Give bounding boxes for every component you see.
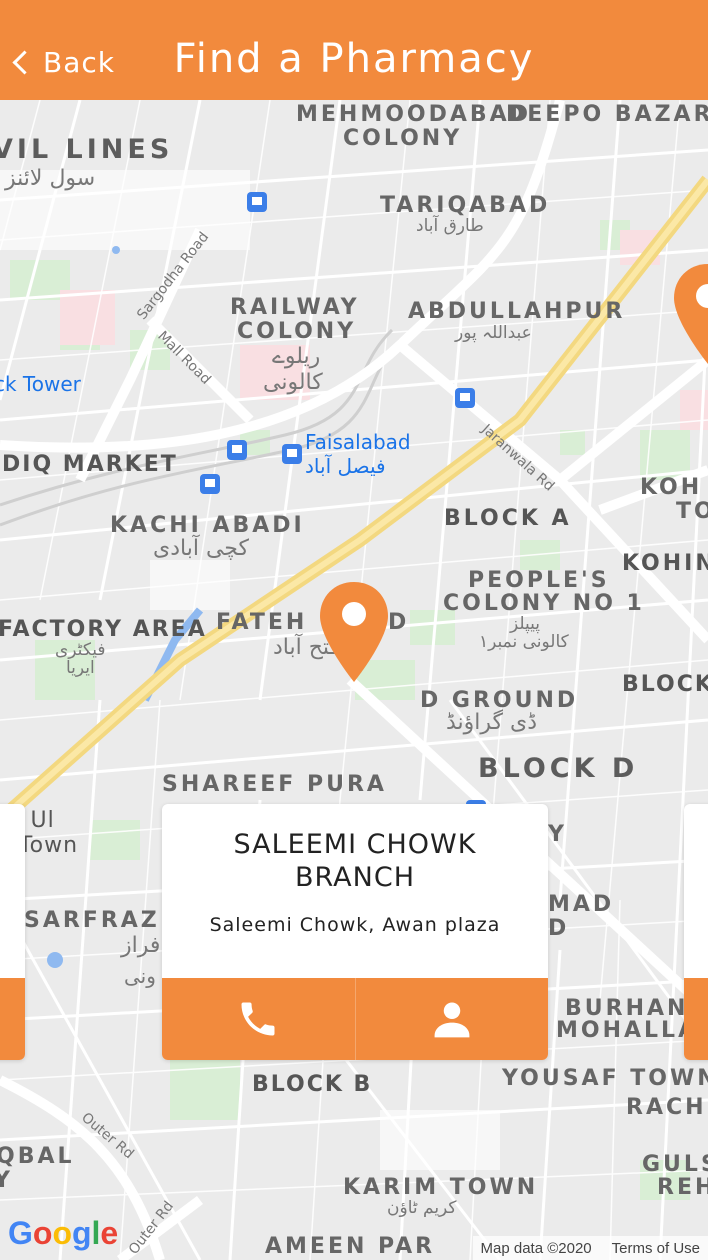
map-pin-icon[interactable] — [318, 580, 390, 684]
map-label: MOHALLA — [556, 1018, 699, 1043]
map-label-urdu: طارق آباد — [416, 216, 484, 236]
phone-icon — [241, 1002, 275, 1036]
map-label: BLOCK D — [478, 753, 639, 784]
map-label: QBAL — [0, 1144, 75, 1169]
map-label: COLONY — [237, 319, 357, 344]
card-actions — [162, 978, 548, 1060]
call-button[interactable] — [162, 978, 355, 1060]
map-label: PEOPLE'S — [468, 568, 610, 593]
pharmacy-name: SALEEMI CHOWK BRANCH — [233, 829, 477, 893]
map-label-urdu: کریم ٹاؤن — [387, 1198, 457, 1218]
map-label-urdu: فیکٹری — [55, 640, 106, 660]
map-label: RAILWAY — [230, 295, 360, 320]
pharmacy-card-previous[interactable] — [0, 804, 25, 1060]
poi-label-urdu[interactable]: فیصل آباد — [305, 454, 386, 478]
map-label-urdu: ونی — [124, 964, 156, 988]
map-label: KOHINC — [622, 551, 708, 576]
map-label-urdu: پیپلز — [510, 614, 540, 634]
map-label: MEHMOODABAD — [296, 102, 531, 127]
map-label-urdu: ڈی گراؤنڈ — [446, 710, 538, 735]
map-label-urdu: کالونی — [263, 370, 323, 395]
page-title: Find a Pharmacy — [173, 36, 535, 82]
map-label: KACHI ABADI — [110, 513, 305, 538]
map-label: COLONY NO 1 — [443, 591, 645, 616]
profile-button[interactable] — [354, 978, 549, 1060]
map-label: Y — [0, 1168, 13, 1193]
map-label: SARFRAZ — [24, 908, 160, 933]
map-label-urdu: فراز — [121, 933, 161, 958]
map-label: BLOCK A — [444, 506, 572, 531]
map-attribution: Map data ©2020 Terms of Use — [472, 1236, 708, 1260]
map-label: TARIQABAD — [380, 193, 551, 218]
map-label: DIQ MARKET — [2, 452, 178, 477]
terms-link[interactable]: Terms of Use — [612, 1240, 700, 1257]
map-label: TO — [676, 499, 708, 524]
map-label: D — [548, 916, 570, 941]
map-label: DEEPO BAZAR — [506, 102, 708, 127]
person-icon — [434, 1002, 470, 1038]
pharmacy-card-next[interactable] — [684, 804, 708, 1060]
map-label: GULSI — [642, 1152, 708, 1177]
map-label: YOUSAF TOWN — [502, 1066, 708, 1091]
map-data-text: Map data ©2020 — [480, 1239, 592, 1257]
map-label: KARIM TOWN — [343, 1175, 539, 1200]
map-view[interactable]: MEHMOODABAD DEEPO BAZAR COLONY VIL LINES… — [0, 100, 708, 1260]
map-label: FATEH — [216, 610, 308, 635]
pharmacy-card[interactable]: SALEEMI CHOWK BRANCH Saleemi Chowk, Awan… — [162, 804, 548, 1060]
map-label: VIL LINES — [0, 134, 174, 165]
map-label: REH — [657, 1175, 708, 1200]
map-label: D — [388, 610, 410, 635]
map-label: KOH — [640, 475, 703, 500]
google-logo: Google — [8, 1215, 119, 1251]
map-label: BLOCK B — [252, 1072, 373, 1097]
card-actions — [684, 978, 708, 1060]
map-label-urdu: ریلوے — [272, 344, 321, 369]
map-label: RACHN — [626, 1095, 708, 1120]
map-label: Y — [548, 822, 567, 847]
poi-label[interactable]: ck Tower — [0, 372, 81, 396]
map-label: BLOCK — [622, 672, 708, 697]
map-label-urdu: عبداللہ پور — [455, 323, 532, 343]
map-label-urdu: سول لائنز — [5, 166, 96, 191]
app-header: Back Find a Pharmacy — [0, 0, 708, 100]
map-label: ABDULLAHPUR — [408, 299, 626, 324]
map-label-urdu: ایریا — [66, 658, 95, 678]
map-pin-icon[interactable] — [672, 262, 708, 366]
card-actions — [0, 978, 25, 1060]
map-label: SHAREEF PURA — [162, 772, 387, 797]
map-label-urdu: کالونی نمبر١ — [479, 632, 569, 652]
map-label: FACTORY AREA — [0, 617, 207, 642]
map-label: COLONY — [343, 126, 463, 151]
poi-label[interactable]: Faisalabad — [305, 430, 411, 454]
pharmacy-address: Saleemi Chowk, Awan plaza — [209, 914, 501, 936]
map-label: AMEEN PAR — [265, 1234, 436, 1259]
map-label-urdu: کچی آبادی — [153, 536, 249, 561]
map-label: MAD — [548, 892, 615, 917]
